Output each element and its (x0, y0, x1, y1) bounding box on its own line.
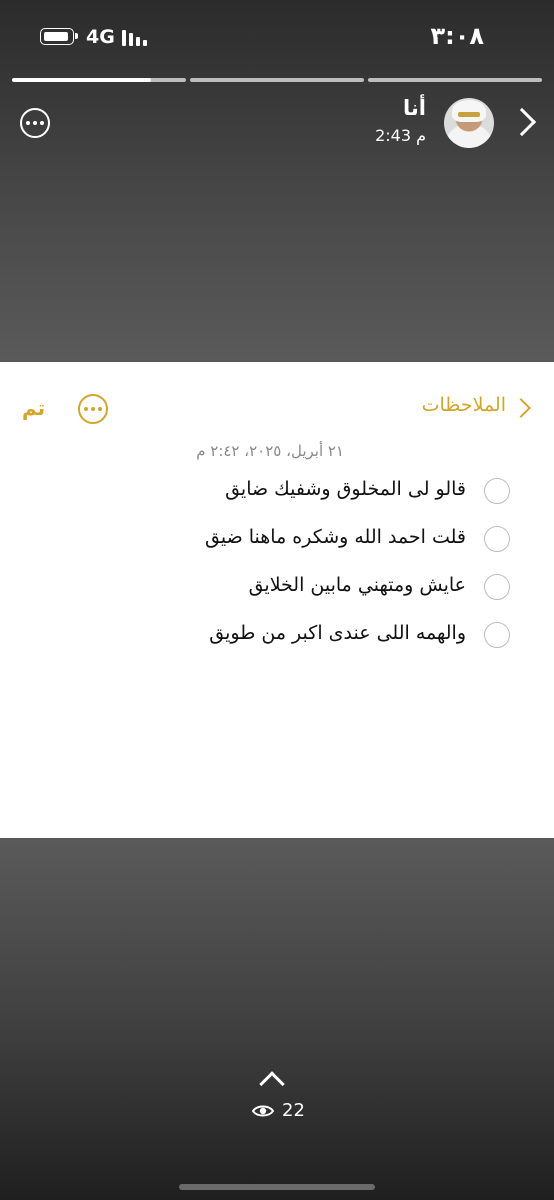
story-post-time: 2:43 م (375, 126, 426, 145)
eye-icon (252, 1105, 274, 1116)
story-progress-segment-3 (368, 78, 542, 82)
story-progress-segment-1 (12, 78, 186, 82)
checklist-item-text: قالو لى المخلوق وشفيك ضايق (225, 478, 466, 500)
story-progress-fill (12, 78, 152, 82)
notes-more-icon[interactable] (78, 394, 108, 424)
checkbox-circle-icon[interactable] (484, 526, 510, 552)
done-button[interactable]: تم (22, 396, 45, 420)
story-progress-segment-2 (190, 78, 364, 82)
note-date: ٢١ أبريل، ٢٠٢٥، ٢:٤٢ م (196, 442, 344, 460)
more-options-icon[interactable] (20, 108, 50, 138)
notes-back-button[interactable]: الملاحظات (422, 394, 506, 416)
checklist-item: قلت احمد الله وشكره ماهنا ضيق (0, 524, 554, 558)
checklist-item-text: عايش ومتهني مابين الخلايق (248, 574, 466, 596)
story-user-name[interactable]: أنا (403, 96, 426, 120)
checklist-item-text: قلت احمد الله وشكره ماهنا ضيق (205, 526, 466, 548)
status-bar: 4G ٣:٠٨ (0, 0, 554, 70)
view-count: 22 (282, 1100, 305, 1121)
checklist-item: قالو لى المخلوق وشفيك ضايق (0, 476, 554, 510)
avatar[interactable] (444, 98, 494, 148)
story-background-bottom (0, 838, 554, 1200)
checkbox-circle-icon[interactable] (484, 622, 510, 648)
battery-icon (40, 28, 78, 45)
checklist-item-text: والهمه اللى عندى اكبر من طويق (209, 622, 466, 644)
notes-screenshot-card: الملاحظات تم ٢١ أبريل، ٢٠٢٥، ٢:٤٢ م قالو… (0, 362, 554, 838)
checkbox-circle-icon[interactable] (484, 574, 510, 600)
checklist-item: عايش ومتهني مابين الخلايق (0, 572, 554, 606)
chevron-back-icon[interactable] (511, 398, 531, 418)
signal-bars-icon (122, 28, 152, 46)
story-views[interactable]: 22 (252, 1100, 305, 1121)
home-indicator[interactable] (179, 1184, 375, 1190)
checklist-item: والهمه اللى عندى اكبر من طويق (0, 620, 554, 654)
status-time: ٣:٠٨ (430, 22, 484, 50)
network-type: 4G (86, 26, 115, 48)
checkbox-circle-icon[interactable] (484, 478, 510, 504)
